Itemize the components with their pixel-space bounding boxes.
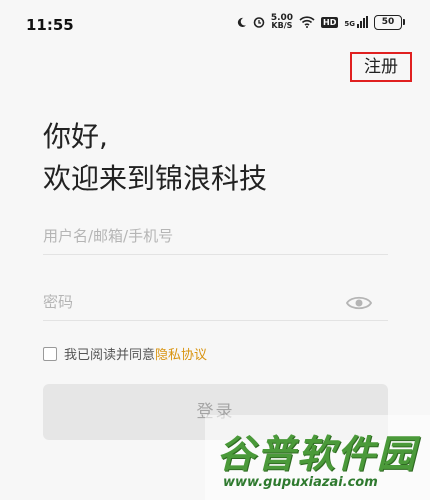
signal-icon: 5G [344, 16, 368, 28]
wifi-icon [299, 16, 315, 28]
status-bar: 11:55 5.00 KB/S HD 5G 50 [0, 0, 430, 52]
watermark-url: www.gupuxiazai.com [223, 475, 378, 490]
network-speed: 5.00 KB/S [270, 13, 294, 30]
register-button[interactable]: 注册 [350, 52, 412, 82]
battery-icon: 50 [374, 14, 405, 30]
watermark: 谷普软件园 www.gupuxiazai.com [205, 415, 430, 500]
password-field-row [43, 288, 388, 321]
username-field-row [43, 222, 388, 255]
greeting-line-1: 你好, [43, 120, 108, 153]
status-time: 11:55 [26, 16, 74, 34]
password-input[interactable] [43, 288, 333, 316]
greeting: 你好, 欢迎来到锦浪科技 [43, 116, 267, 200]
status-icons: 5.00 KB/S HD 5G 50 [236, 13, 405, 30]
watermark-title: 谷普软件园 [217, 432, 418, 476]
hd-badge: HD [321, 16, 339, 28]
agreement-row: 我已阅读并同意 隐私协议 [43, 344, 207, 363]
agree-text: 我已阅读并同意 [64, 348, 156, 363]
moon-icon [237, 17, 246, 27]
eye-icon[interactable] [346, 294, 372, 312]
greeting-line-2: 欢迎来到锦浪科技 [43, 162, 268, 195]
username-input[interactable] [43, 222, 333, 250]
privacy-link[interactable]: 隐私协议 [155, 344, 207, 363]
agree-checkbox[interactable] [43, 346, 57, 361]
alarm-icon [253, 17, 265, 28]
